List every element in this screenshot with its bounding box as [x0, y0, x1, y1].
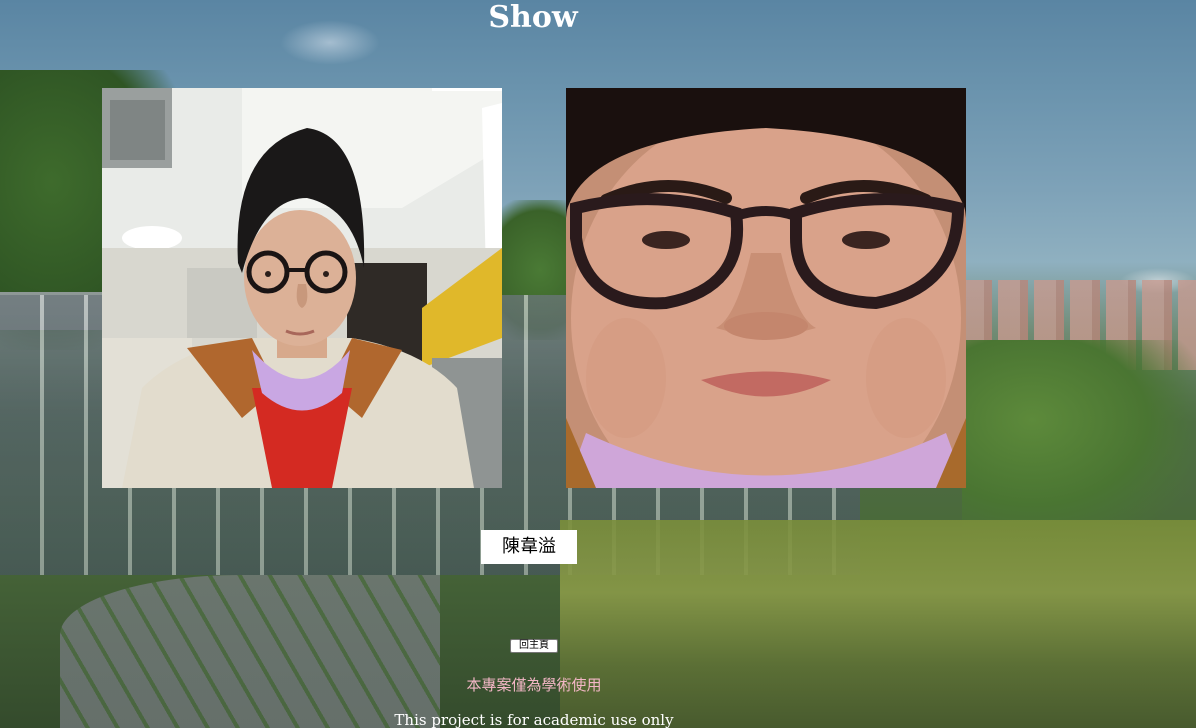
background-pond [560, 520, 1196, 728]
captured-photo [102, 88, 502, 488]
background-greenery [962, 340, 1196, 540]
background-city [962, 280, 1196, 370]
captured-photo-image [102, 88, 502, 488]
page-title: Show [488, 0, 578, 35]
academic-notice-english: This project is for academic use only [394, 711, 674, 728]
academic-notice-chinese: 本專案僅為學術使用 [466, 676, 602, 694]
home-button[interactable]: 回主頁 [510, 639, 558, 653]
background-cloud [1120, 268, 1196, 294]
cropped-face [566, 88, 966, 488]
background-building-roof [0, 292, 110, 330]
cropped-face-image [566, 88, 966, 488]
recognized-name: 陳韋溢 [481, 530, 577, 564]
background-stone-path [60, 575, 440, 728]
